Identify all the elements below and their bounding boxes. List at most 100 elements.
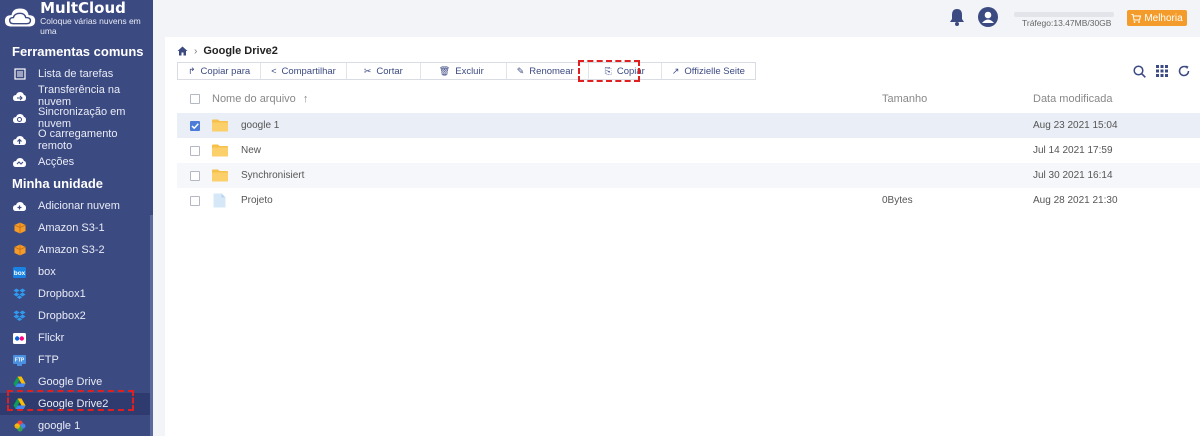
sidebar-item-label: Amazon S3-2	[38, 244, 105, 256]
file-name[interactable]: google 1	[241, 120, 279, 131]
sort-arrow-up-icon: ↑	[302, 93, 309, 105]
svg-text:box: box	[14, 270, 26, 277]
sidebar-item-label: google 1	[38, 420, 81, 432]
column-name-label: Nome do arquivo	[212, 93, 296, 105]
delete-button[interactable]: 🗑 Excluir	[421, 63, 507, 79]
home-icon[interactable]	[177, 46, 188, 56]
refresh-icon[interactable]	[1178, 65, 1190, 77]
delete-label: Excluir	[455, 65, 484, 77]
column-date-header[interactable]: Data modificada	[1033, 93, 1113, 105]
row-checkbox[interactable]	[190, 170, 200, 181]
sidebar-item-flickr[interactable]: Flickr	[0, 327, 153, 349]
row-checkbox[interactable]	[190, 145, 200, 156]
folder-icon	[212, 144, 228, 157]
sidebar-item-google-1[interactable]: google 1	[0, 415, 153, 436]
sidebar-item-label: box	[38, 266, 56, 278]
table-row[interactable]: Projeto 0Bytes Aug 28 2021 21:30	[177, 188, 1200, 213]
bell-icon[interactable]	[949, 8, 965, 26]
section-common-tools: Ferramentas comuns	[12, 44, 144, 59]
user-avatar-icon[interactable]	[978, 7, 998, 27]
pencil-icon: ✎	[516, 65, 525, 76]
cloud-actions-icon	[13, 156, 26, 169]
top-bar: Tráfego:13.47MB/30GB Melhoria	[153, 0, 1200, 37]
view-controls	[1133, 65, 1190, 78]
file-name[interactable]: New	[241, 145, 261, 156]
scissors-icon: ✂	[363, 65, 372, 76]
traffic-text: Tráfego:13.47MB/30GB	[1022, 18, 1112, 28]
rename-button[interactable]: ✎ Renomear	[507, 63, 589, 79]
box-icon: box	[13, 266, 26, 279]
sidebar-item-remote-upload[interactable]: O carregamento remoto	[0, 128, 153, 152]
sidebar-item-label: Acções	[38, 156, 75, 168]
file-date: Jul 14 2021 17:59	[1033, 145, 1113, 156]
amazon-s3-icon	[13, 222, 26, 235]
flickr-icon	[13, 332, 26, 345]
sidebar-item-dropbox1[interactable]: Dropbox1	[0, 283, 153, 305]
sidebar: MultCloud Coloque várias nuvens em uma F…	[0, 0, 153, 436]
sidebar-item-box[interactable]: box box	[0, 261, 153, 283]
trash-icon: 🗑	[438, 65, 451, 76]
cut-button[interactable]: ✂ Cortar	[347, 63, 421, 79]
sidebar-item-label: Google Drive	[38, 376, 103, 388]
cloud-upload-icon	[13, 134, 26, 147]
ftp-icon: FTP	[13, 354, 26, 367]
rename-label: Renomear	[529, 65, 574, 77]
upgrade-label: Melhoria	[1144, 12, 1183, 24]
sidebar-item-actions[interactable]: Acções	[0, 151, 153, 173]
select-all-checkbox[interactable]	[190, 94, 200, 104]
share-label: Compartilhar	[281, 65, 336, 77]
column-size-header[interactable]: Tamanho	[882, 93, 927, 105]
file-table: Nome do arquivo ↑ Tamanho Data modificad…	[177, 88, 1200, 213]
copy-to-label: Copiar para	[200, 65, 251, 77]
chevron-right-icon: ›	[194, 45, 198, 57]
sidebar-item-label: Lista de tarefas	[38, 68, 114, 80]
file-date: Aug 28 2021 21:30	[1033, 195, 1118, 206]
sidebar-item-label: O carregamento remoto	[38, 128, 118, 152]
folder-icon	[212, 169, 228, 182]
grid-view-icon[interactable]	[1156, 65, 1168, 77]
cart-icon	[1131, 13, 1142, 23]
share-button[interactable]: < Compartilhar	[261, 63, 347, 79]
sidebar-item-dropbox2[interactable]: Dropbox2	[0, 305, 153, 327]
section-my-drive: Minha unidade	[12, 176, 103, 191]
official-site-button[interactable]: ↗ Offizielle Seite	[662, 63, 755, 79]
sidebar-item-label: Dropbox1	[38, 288, 86, 300]
table-row[interactable]: google 1 Aug 23 2021 15:04	[177, 113, 1200, 138]
row-checkbox[interactable]	[190, 195, 200, 206]
sidebar-item-label: Flickr	[38, 332, 65, 344]
column-name-header[interactable]: Nome do arquivo ↑	[212, 93, 308, 105]
breadcrumb: › Google Drive2	[177, 44, 278, 58]
sidebar-item-amazon-s3-2[interactable]: Amazon S3-2	[0, 239, 153, 261]
google-photos-icon	[13, 420, 26, 433]
dropbox-icon	[13, 310, 26, 323]
file-size: 0Bytes	[882, 195, 913, 206]
sidebar-item-amazon-s3-1[interactable]: Amazon S3-1	[0, 217, 153, 239]
traffic-progress-bar	[1014, 12, 1114, 17]
folder-icon	[212, 119, 228, 132]
file-name[interactable]: Projeto	[241, 195, 273, 206]
official-site-label: Offizielle Seite	[684, 65, 745, 77]
breadcrumb-current[interactable]: Google Drive2	[203, 45, 278, 57]
file-name[interactable]: Synchronisiert	[241, 170, 304, 181]
upgrade-button[interactable]: Melhoria	[1127, 10, 1187, 26]
cut-label: Cortar	[376, 65, 403, 77]
sidebar-item-ftp[interactable]: FTP FTP	[0, 349, 153, 371]
table-row[interactable]: New Jul 14 2021 17:59	[177, 138, 1200, 163]
sidebar-item-label: Amazon S3-1	[38, 222, 105, 234]
sidebar-item-task-list[interactable]: Lista de tarefas	[0, 63, 153, 85]
list-icon	[13, 68, 26, 81]
table-row[interactable]: Synchronisiert Jul 30 2021 16:14	[177, 163, 1200, 188]
file-icon	[213, 193, 226, 208]
file-date: Jul 30 2021 16:14	[1033, 170, 1113, 181]
sidebar-item-label: FTP	[38, 354, 59, 366]
sidebar-item-cloud-transfer[interactable]: Transferência na nuvem	[0, 84, 153, 108]
sidebar-item-cloud-sync[interactable]: Sincronização em nuvem	[0, 106, 153, 130]
sidebar-item-add-cloud[interactable]: Adicionar nuvem	[0, 195, 153, 217]
dropbox-icon	[13, 288, 26, 301]
search-icon[interactable]	[1133, 65, 1146, 78]
table-header: Nome do arquivo ↑ Tamanho Data modificad…	[177, 88, 1200, 110]
row-checkbox[interactable]	[190, 120, 200, 131]
copy-to-button[interactable]: ↱ Copiar para	[178, 63, 262, 79]
logo[interactable]: MultCloud Coloque várias nuvens em uma	[0, 0, 153, 36]
sidebar-scrollbar[interactable]	[150, 215, 153, 436]
